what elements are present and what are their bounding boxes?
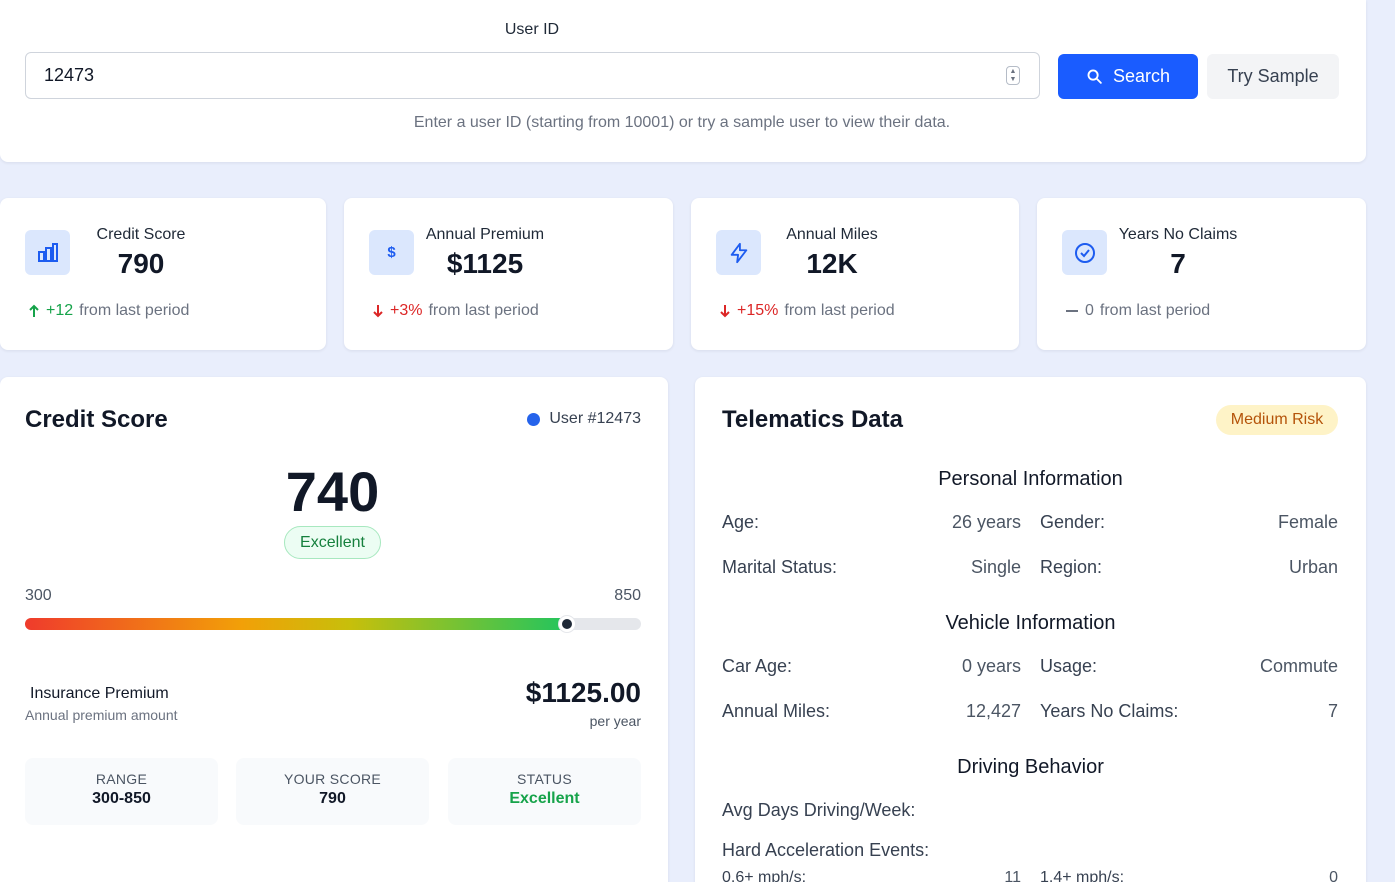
stat-change-value: 0 — [1085, 302, 1094, 319]
stat-change: 0 from last period — [1065, 302, 1210, 320]
score-bar-track — [25, 616, 641, 632]
vehicle-info-heading: Vehicle Information — [945, 612, 1116, 634]
search-button[interactable]: Search — [1058, 54, 1198, 99]
credit-score-title: Credit Score — [25, 406, 168, 433]
stat-value: 12K — [806, 248, 858, 279]
accel-low-label: 0.6+ mph/s: — [722, 869, 807, 882]
stepper-up-icon[interactable]: ▲ — [1010, 68, 1017, 76]
user-tag: User #12473 — [527, 410, 641, 428]
stat-card-annual-premium: $ Annual Premium $1125 +3% from last per… — [344, 198, 673, 350]
premium-subtitle: Annual premium amount — [25, 707, 178, 723]
summary-your-score: YOUR SCORE 790 — [236, 758, 429, 825]
stat-card-annual-miles: Annual Miles 12K +15% from last period — [691, 198, 1019, 350]
driving-behavior-heading: Driving Behavior — [957, 756, 1104, 778]
summary-range: RANGE 300-850 — [25, 758, 218, 825]
range-min-label: 300 — [25, 587, 52, 604]
summary-value: 790 — [319, 790, 346, 807]
stat-label: Years No Claims — [1118, 226, 1238, 243]
gender-label: Gender: — [1040, 512, 1106, 532]
try-sample-button[interactable]: Try Sample — [1207, 54, 1339, 99]
hard-acceleration-label: Hard Acceleration Events: — [722, 840, 930, 860]
stat-value: $1125 — [446, 248, 524, 279]
accel-high-label: 1.4+ mph/s: — [1040, 869, 1125, 882]
arrow-down-icon — [720, 305, 730, 318]
stat-change: +15% from last period — [719, 302, 895, 320]
stat-card-years-no-claims: Years No Claims 7 0 from last period — [1037, 198, 1366, 350]
car-age-value: 0 years — [961, 656, 1021, 676]
credit-score-value: 740 — [285, 460, 380, 523]
user-search-panel: User ID ▲ ▼ Search Try Sample Enter a us… — [0, 0, 1366, 162]
search-helper-text: Enter a user ID (starting from 10001) or… — [413, 114, 951, 131]
age-value: 26 years — [951, 512, 1021, 532]
summary-label: STATUS — [517, 771, 572, 787]
stat-change-suffix: from last period — [784, 302, 895, 319]
stat-change-value: +12 — [46, 302, 74, 319]
arrow-up-icon — [29, 304, 39, 317]
stat-change-value: +3% — [390, 302, 423, 319]
stat-change-value: +15% — [737, 302, 779, 319]
usage-label: Usage: — [1040, 656, 1098, 676]
region-label: Region: — [1040, 557, 1103, 577]
region-value: Urban — [1288, 557, 1338, 577]
accel-high-value: 0 — [1329, 869, 1338, 882]
search-button-label: Search — [1112, 66, 1171, 86]
stat-change-suffix: from last period — [79, 302, 190, 319]
years-no-claims-value: 7 — [1327, 701, 1338, 721]
search-icon — [1087, 69, 1102, 84]
score-bar-fill — [25, 618, 568, 630]
annual-miles-value: 12,427 — [965, 701, 1021, 721]
summary-label: RANGE — [95, 771, 148, 787]
dash-icon — [1066, 310, 1078, 312]
stat-card-credit-score: Credit Score 790 +12 from last period — [0, 198, 326, 350]
personal-info-heading: Personal Information — [938, 468, 1123, 490]
risk-badge: Medium Risk — [1216, 405, 1338, 435]
stat-value: 7 — [1170, 248, 1186, 279]
range-max-label: 850 — [614, 587, 641, 604]
premium-unit: per year — [589, 713, 641, 729]
accel-low-value: 11 — [1004, 869, 1021, 882]
score-marker — [559, 616, 576, 632]
usage-value: Commute — [1259, 656, 1338, 676]
stat-label: Annual Premium — [425, 226, 545, 243]
stepper-down-icon[interactable]: ▼ — [1010, 76, 1017, 84]
user-tag-label: User #12473 — [549, 410, 641, 427]
stat-label: Credit Score — [96, 226, 186, 243]
user-id-label: User ID — [504, 21, 560, 38]
credit-score-panel: Credit Score User #12473 740 Excellent 3… — [0, 377, 668, 882]
premium-title: Insurance Premium — [30, 685, 169, 702]
car-age-label: Car Age: — [722, 656, 793, 676]
stat-change: +12 from last period — [28, 302, 189, 320]
stat-change: +3% from last period — [372, 302, 539, 320]
credit-rating-badge: Excellent — [284, 526, 381, 559]
number-stepper[interactable]: ▲ ▼ — [1006, 66, 1020, 85]
avg-days-label: Avg Days Driving/Week: — [722, 800, 916, 820]
stat-change-suffix: from last period — [428, 302, 539, 319]
marital-status-label: Marital Status: — [722, 557, 838, 577]
annual-miles-label: Annual Miles: — [722, 701, 831, 721]
age-label: Age: — [722, 512, 760, 532]
user-dot-icon — [527, 412, 541, 426]
gender-value: Female — [1277, 512, 1338, 532]
telematics-title: Telematics Data — [722, 406, 903, 433]
arrow-down-icon — [373, 305, 383, 318]
telematics-panel: Telematics Data Medium Risk Personal Inf… — [695, 377, 1366, 882]
stat-label: Annual Miles — [786, 226, 878, 243]
years-no-claims-label: Years No Claims: — [1040, 701, 1179, 721]
summary-value: Excellent — [509, 790, 580, 807]
user-id-input[interactable] — [25, 52, 1040, 99]
summary-status: STATUS Excellent — [448, 758, 641, 825]
stat-value: 790 — [117, 248, 165, 279]
marital-status-value: Single — [970, 557, 1021, 577]
summary-label: YOUR SCORE — [283, 771, 382, 787]
stat-change-suffix: from last period — [1099, 302, 1211, 319]
summary-value: 300-850 — [92, 790, 151, 807]
premium-amount: $1125.00 — [525, 677, 641, 708]
